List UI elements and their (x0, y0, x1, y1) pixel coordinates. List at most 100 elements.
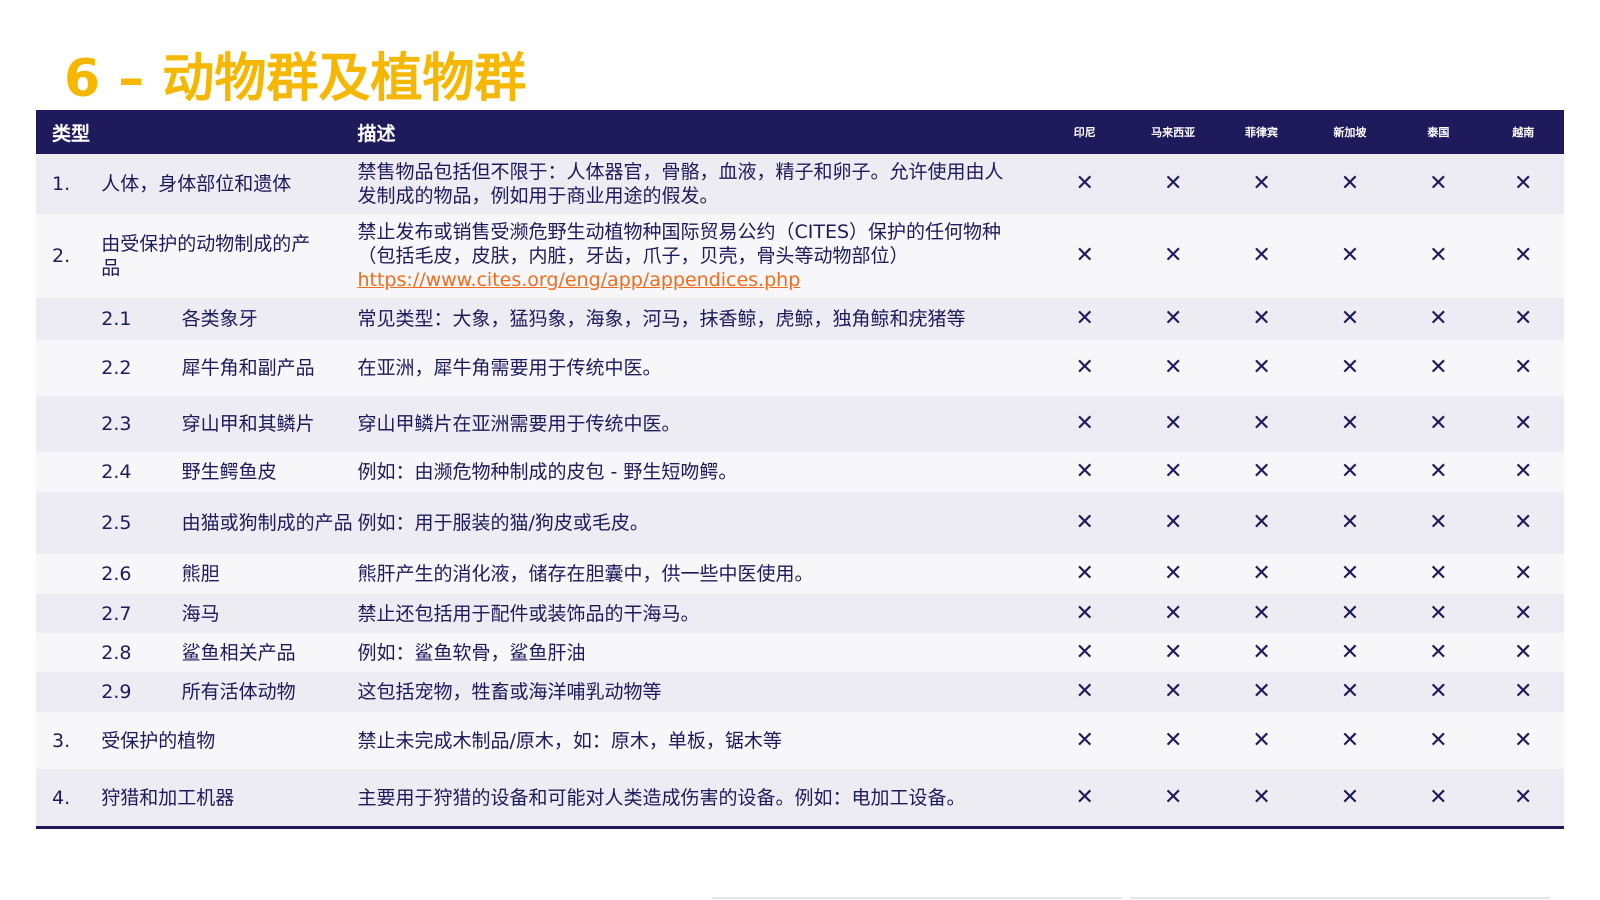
prohibited-mark-icon: ✕ (1075, 411, 1094, 436)
prohibited-mark-icon: ✕ (1340, 639, 1360, 665)
row-description: 常见类型：大象，猛犸象，海象，河马，抹香鲸，虎鲸，独角鲸和疣猪等 (357, 298, 1040, 340)
prohibited-mark-icon: ✕ (1163, 411, 1183, 436)
row-indent (36, 340, 101, 396)
prohibited-mark-icon: ✕ (1252, 459, 1271, 484)
row-category: 鲨鱼相关产品 (181, 641, 296, 664)
prohibited-mark-icon: ✕ (1429, 411, 1448, 436)
row-category: 熊胆 (181, 563, 220, 585)
row-description-text: 禁止发布或销售受濒危野生动植物种国际贸易公约（CITES）保护的任何物种（包括毛… (357, 221, 1002, 267)
prohibited-mark-icon: ✕ (1340, 355, 1360, 380)
prohibited-mark-icon: ✕ (1514, 171, 1533, 196)
row-description-text: 主要用于狩猎的设备和可能对人类造成伤害的设备。例如：电加工设备。 (357, 786, 966, 809)
prohibited-mark-icon: ✕ (1514, 510, 1533, 535)
table-bottom-border (36, 826, 1564, 829)
row-number: 1. (52, 173, 71, 195)
header-country-indonesia: 印尼 (1073, 126, 1096, 139)
prohibited-items-table-wrap: 类型 描述 印尼 马来西亚 菲律宾 新加坡 泰国 越南 1. 人体，身体部位和遗体… (36, 110, 1564, 826)
table-row: 2.8 鲨鱼相关产品 例如：鲨鱼软骨，鲨鱼肝油 ✕ ✕ ✕ ✕ ✕ ✕ (36, 633, 1564, 672)
row-number: 2.9 (101, 681, 132, 703)
table-row: 2.3 穿山甲和其鳞片 穿山甲鳞片在亚洲需要用于传统中医。 ✕ ✕ ✕ ✕ ✕ ✕ (36, 396, 1564, 452)
table-row: 1. 人体，身体部位和遗体 禁售物品包括但不限于：人体器官，骨骼，血液，精子和卵子。… (36, 154, 1564, 214)
row-category: 海马 (181, 602, 220, 625)
row-description: 主要用于狩猎的设备和可能对人类造成伤害的设备。例如：电加工设备。 (357, 769, 1040, 826)
prohibited-mark-icon: ✕ (1075, 727, 1094, 753)
row-category: 所有活体动物 (181, 681, 296, 703)
table-row: 2.6 熊胆 熊肝产生的消化液，储存在胆囊中，供一些中医使用。 ✕ ✕ ✕ ✕ ✕ ✕ (36, 554, 1564, 594)
row-number: 2.6 (101, 563, 132, 585)
row-description-text: 例如：鲨鱼软骨，鲨鱼肝油 (357, 641, 586, 664)
prohibited-mark-icon: ✕ (1252, 355, 1271, 380)
header-country-philippines: 菲律宾 (1245, 126, 1279, 139)
prohibited-mark-icon: ✕ (1429, 727, 1448, 753)
row-description: 例如：由濒危物种制成的皮包 - 野生短吻鳄。 (357, 452, 1040, 492)
row-number: 2.7 (101, 602, 132, 625)
row-description-text: 禁售物品包括但不限于：人体器官，骨骼，血液，精子和卵子。允许使用由人发制成的物品… (357, 161, 1004, 207)
prohibited-mark-icon: ✕ (1252, 243, 1271, 268)
prohibited-mark-icon: ✕ (1252, 639, 1271, 665)
row-description-text: 常见类型：大象，猛犸象，海象，河马，抹香鲸，虎鲸，独角鲸和疣猪等 (357, 308, 966, 330)
prohibited-mark-icon: ✕ (1163, 459, 1183, 484)
prohibited-mark-icon: ✕ (1429, 784, 1448, 810)
row-indent (36, 396, 101, 452)
row-category: 由猫或狗制成的产品 (181, 512, 353, 534)
table-body: 1. 人体，身体部位和遗体 禁售物品包括但不限于：人体器官，骨骼，血液，精子和卵子。… (36, 154, 1564, 826)
prohibited-mark-icon: ✕ (1514, 639, 1533, 665)
row-indent (36, 672, 101, 712)
table-row: 2.7 海马 禁止还包括用于配件或装饰品的干海马。 ✕ ✕ ✕ ✕ ✕ ✕ (36, 594, 1564, 633)
row-category: 犀牛角和副产品 (181, 357, 315, 379)
prohibited-mark-icon: ✕ (1163, 510, 1183, 535)
prohibited-mark-icon: ✕ (1340, 600, 1360, 626)
prohibited-mark-icon: ✕ (1252, 561, 1271, 586)
prohibited-mark-icon: ✕ (1075, 784, 1094, 810)
row-number: 2.8 (101, 641, 132, 664)
row-description-text: 例如：用于服装的猫/狗皮或毛皮。 (357, 512, 649, 534)
prohibited-mark-icon: ✕ (1340, 411, 1360, 436)
prohibited-mark-icon: ✕ (1075, 171, 1094, 196)
row-description: 熊肝产生的消化液，储存在胆囊中，供一些中医使用。 (357, 554, 1040, 594)
header-type: 类型 (52, 122, 91, 145)
row-category: 野生鳄鱼皮 (181, 461, 277, 483)
prohibited-mark-icon: ✕ (1429, 243, 1448, 268)
prohibited-mark-icon: ✕ (1429, 561, 1448, 586)
prohibited-mark-icon: ✕ (1163, 639, 1183, 665)
row-indent (36, 452, 101, 492)
prohibited-mark-icon: ✕ (1514, 679, 1533, 704)
prohibited-mark-icon: ✕ (1429, 355, 1448, 380)
prohibited-mark-icon: ✕ (1514, 600, 1533, 626)
prohibited-mark-icon: ✕ (1340, 243, 1360, 268)
row-description: 例如：鲨鱼软骨，鲨鱼肝油 (357, 633, 1040, 672)
prohibited-mark-icon: ✕ (1514, 459, 1533, 484)
prohibited-mark-icon: ✕ (1252, 679, 1271, 704)
prohibited-mark-icon: ✕ (1252, 600, 1271, 626)
row-description: 例如：用于服装的猫/狗皮或毛皮。 (357, 492, 1040, 554)
prohibited-mark-icon: ✕ (1340, 784, 1360, 810)
footer-divider-right (1130, 897, 1550, 899)
header-country-malaysia: 马来西亚 (1151, 126, 1196, 139)
prohibited-items-table: 类型 描述 印尼 马来西亚 菲律宾 新加坡 泰国 越南 1. 人体，身体部位和遗体… (36, 110, 1564, 826)
prohibited-mark-icon: ✕ (1514, 243, 1533, 268)
prohibited-mark-icon: ✕ (1163, 306, 1183, 331)
prohibited-mark-icon: ✕ (1075, 639, 1094, 665)
prohibited-mark-icon: ✕ (1252, 727, 1271, 753)
table-row: 3. 受保护的植物 禁止未完成木制品/原木，如：原木，单板，锯木等 ✕ ✕ ✕ ✕ ✕ ✕ (36, 712, 1564, 769)
row-indent (36, 554, 101, 594)
cites-appendices-link[interactable]: https://www.cites.org/eng/app/appendices… (357, 269, 800, 291)
prohibited-mark-icon: ✕ (1252, 171, 1271, 196)
prohibited-mark-icon: ✕ (1340, 459, 1360, 484)
row-description: 在亚洲，犀牛角需要用于传统中医。 (357, 340, 1040, 396)
header-country-thailand: 泰国 (1427, 126, 1450, 139)
row-number: 2.2 (101, 357, 132, 379)
row-description: 禁售物品包括但不限于：人体器官，骨骼，血液，精子和卵子。允许使用由人发制成的物品… (357, 154, 1040, 214)
row-category: 由受保护的动物制成的产品 (101, 233, 311, 279)
prohibited-mark-icon: ✕ (1075, 600, 1094, 626)
row-description-text: 在亚洲，犀牛角需要用于传统中医。 (357, 357, 662, 379)
prohibited-mark-icon: ✕ (1163, 600, 1183, 626)
prohibited-mark-icon: ✕ (1429, 510, 1448, 535)
prohibited-mark-icon: ✕ (1163, 355, 1183, 380)
prohibited-mark-icon: ✕ (1252, 411, 1271, 436)
prohibited-mark-icon: ✕ (1429, 306, 1448, 331)
row-description: 穿山甲鳞片在亚洲需要用于传统中医。 (357, 396, 1040, 452)
row-category: 受保护的植物 (101, 729, 216, 752)
table-row: 2.2 犀牛角和副产品 在亚洲，犀牛角需要用于传统中医。 ✕ ✕ ✕ ✕ ✕ ✕ (36, 340, 1564, 396)
prohibited-mark-icon: ✕ (1514, 727, 1533, 753)
